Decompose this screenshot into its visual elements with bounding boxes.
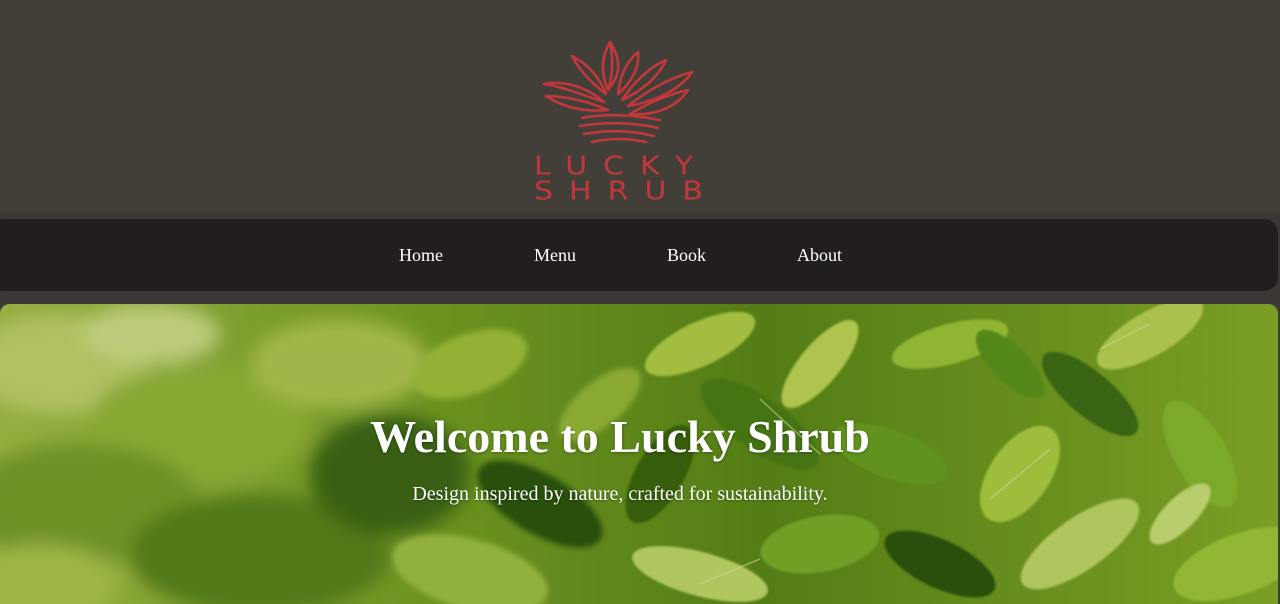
site-header: LUCKY SHRUB — [0, 0, 1280, 212]
nav-link-home[interactable]: Home — [399, 244, 443, 266]
hero-banner: Welcome to Lucky Shrub Design inspired b… — [0, 304, 1278, 604]
brand-logo[interactable]: LUCKY SHRUB — [530, 38, 716, 210]
hero-title: Welcome to Lucky Shrub — [370, 411, 870, 462]
lotus-plant-icon — [542, 40, 694, 144]
nav-link-book[interactable]: Book — [667, 244, 706, 266]
hero-subtitle: Design inspired by nature, crafted for s… — [412, 483, 828, 505]
brand-name-line1: LUCKY — [534, 151, 710, 182]
nav-link-menu[interactable]: Menu — [534, 244, 576, 266]
nav-link-about[interactable]: About — [797, 244, 842, 266]
main-navigation — [0, 219, 1278, 291]
brand-name-line2: SHRUB — [534, 176, 719, 207]
